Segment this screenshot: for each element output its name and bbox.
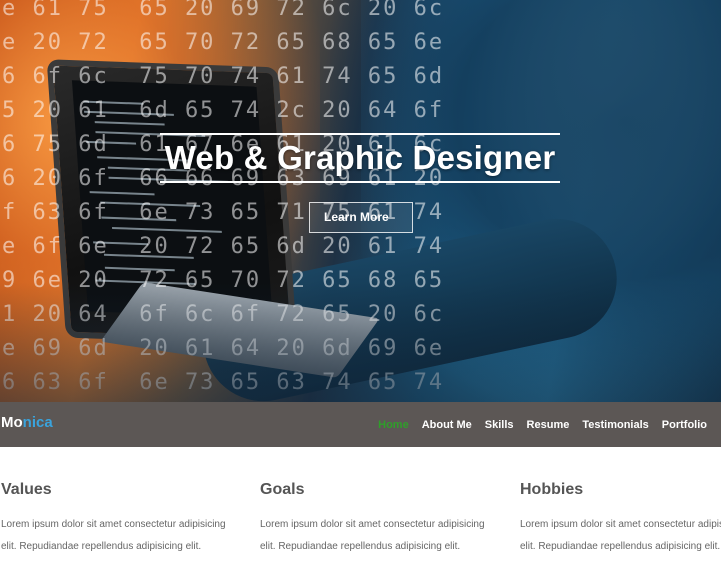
section-text: Lorem ipsum dolor sit amet consectetur a…	[1, 514, 251, 558]
navbar: Monica Home About Me Skills Resume Testi…	[0, 402, 721, 447]
section-text-line1: Lorem ipsum dolor sit amet consectetur a…	[260, 519, 485, 530]
section-text: Lorem ipsum dolor sit amet consectetur a…	[260, 514, 510, 558]
brand-part-2: nica	[22, 414, 53, 431]
section-text-line2: elit. Repudiandae repellendus adipisicin…	[1, 541, 202, 552]
section-goals: Goals Lorem ipsum dolor sit amet consect…	[260, 480, 510, 558]
section-heading: Hobbies	[520, 481, 584, 498]
section-heading: Values	[1, 481, 52, 498]
hero-banner: e 61 75 65 20 69 72 6c 20 6c e 20 72 65 …	[0, 0, 721, 402]
section-heading: Goals	[260, 481, 305, 498]
section-hobbies: Hobbies Lorem ipsum dolor sit amet conse…	[520, 480, 721, 558]
nav-link-about-me[interactable]: About Me	[422, 419, 472, 431]
section-text-line2: elit. Repudiandae repellendus adipisicin…	[260, 541, 461, 552]
section-text-line2: elit. Repudiandae repellendus adipisicin…	[520, 541, 721, 552]
nav-link-portfolio[interactable]: Portfolio	[662, 419, 707, 431]
hero-title-frame: Web & Graphic Designer	[160, 133, 560, 183]
nav-link-testimonials[interactable]: Testimonials	[582, 419, 648, 431]
nav-link-resume[interactable]: Resume	[527, 419, 570, 431]
brand-logo[interactable]: Monica	[1, 414, 53, 431]
section-values: Values Lorem ipsum dolor sit amet consec…	[1, 480, 251, 558]
hero-title: Web & Graphic Designer	[164, 139, 556, 176]
hero-bottom-shade	[0, 282, 721, 402]
brand-part-1: Mo	[1, 414, 23, 431]
section-text-line1: Lorem ipsum dolor sit amet consectetur a…	[520, 519, 721, 530]
section-text-line1: Lorem ipsum dolor sit amet consectetur a…	[1, 519, 226, 530]
nav-links: Home About Me Skills Resume Testimonials…	[378, 402, 707, 447]
section-text: Lorem ipsum dolor sit amet consectetur a…	[520, 514, 721, 558]
nav-link-home[interactable]: Home	[378, 419, 409, 431]
nav-link-skills[interactable]: Skills	[485, 419, 514, 431]
learn-more-button[interactable]: Learn More	[309, 202, 413, 233]
